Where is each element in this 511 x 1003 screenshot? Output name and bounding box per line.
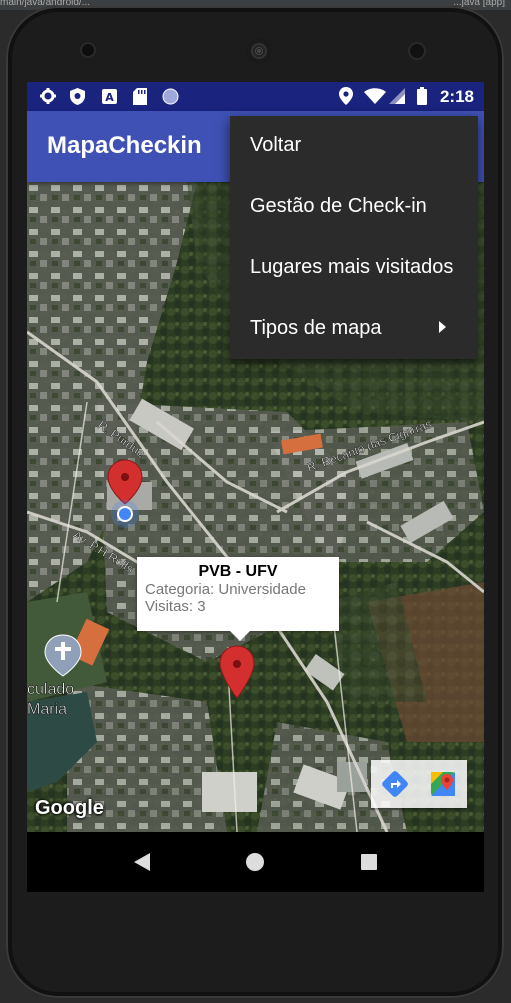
navigation-bar	[27, 832, 484, 892]
home-circle-icon	[246, 853, 264, 871]
menu-item-label: Voltar	[250, 134, 302, 156]
app-title: MapaCheckin	[47, 132, 202, 159]
info-title: PVB - UFV	[198, 563, 278, 580]
home-button[interactable]	[243, 850, 267, 874]
menu-item-voltar[interactable]: Voltar	[230, 116, 478, 176]
wifi-icon	[364, 87, 386, 105]
info-window-tail	[230, 631, 250, 641]
menu-item-label: Tipos de mapa	[250, 317, 382, 339]
sd-card-icon	[131, 87, 149, 105]
back-triangle-icon	[134, 853, 150, 871]
gear-icon	[39, 87, 57, 105]
open-maps-button[interactable]	[419, 760, 467, 808]
google-logo: Google	[35, 797, 104, 819]
map-toolbar	[371, 760, 467, 808]
front-camera	[82, 44, 94, 56]
recents-square-icon	[361, 854, 377, 870]
device-screen: A 2:18 MapaCheckin R. Purdue R. Recanto …	[27, 82, 484, 892]
text-a-icon: A	[100, 87, 118, 105]
recents-button[interactable]	[357, 850, 381, 874]
submenu-arrow-icon	[439, 321, 446, 333]
battery-icon	[413, 87, 431, 105]
menu-item-lugares-mais-visitados[interactable]: Lugares mais visitados	[230, 238, 478, 298]
menu-item-tipos-de-mapa[interactable]: Tipos de mapa	[230, 299, 478, 359]
menu-item-gestao-checkin[interactable]: Gestão de Check-in	[230, 177, 478, 237]
google-maps-icon	[431, 772, 455, 796]
menu-item-label: Gestão de Check-in	[250, 195, 427, 217]
directions-button[interactable]	[371, 760, 419, 808]
circle-icon	[161, 87, 179, 105]
info-category: Categoria: Universidade	[145, 581, 306, 598]
poi-label-line1: culado	[27, 681, 74, 698]
shield-icon	[68, 87, 86, 105]
earpiece-speaker	[246, 38, 272, 64]
location-pin-icon	[337, 87, 355, 105]
marker-info-window[interactable]: PVB - UFV Categoria: Universidade Visita…	[137, 557, 339, 641]
signal-icon	[388, 87, 406, 105]
menu-item-label: Lugares mais visitados	[250, 256, 454, 278]
overflow-menu: Voltar Gestão de Check-in Lugares mais v…	[230, 116, 478, 359]
svg-text:A: A	[105, 91, 114, 104]
status-time: 2:18	[439, 87, 474, 106]
poi-label-line2: Maria	[27, 701, 67, 718]
status-bar: A 2:18	[27, 82, 484, 111]
directions-icon	[382, 771, 408, 797]
info-visits: Visitas: 3	[145, 598, 206, 615]
my-location-dot	[111, 500, 139, 528]
proximity-sensor	[410, 44, 424, 58]
back-button[interactable]	[130, 850, 154, 874]
